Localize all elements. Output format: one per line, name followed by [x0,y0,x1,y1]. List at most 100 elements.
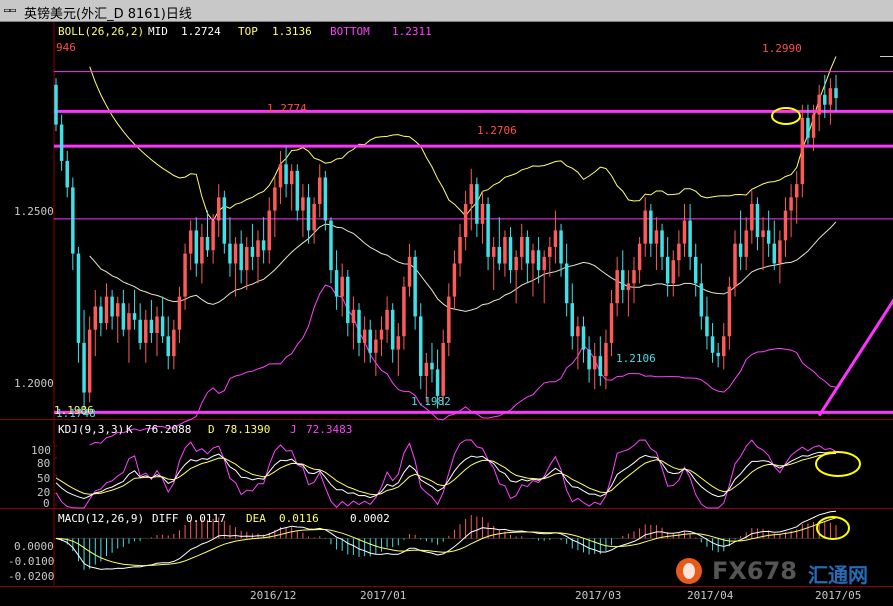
candle-body [200,237,204,264]
candle-body [368,329,372,353]
watermark-cn: 汇通网 [808,563,868,587]
candle-body [284,164,288,185]
candle-body [688,220,692,257]
x-label-3: 2017/03 [575,589,622,602]
kdj-tick-50: 50 [37,472,51,485]
candle-body [604,342,608,376]
kdj-tick-80: 80 [37,457,51,470]
x-label-5: 2017/05 [815,589,862,602]
candle-body [553,230,558,247]
candle-body [733,243,737,287]
candle-body [806,117,810,138]
candle-body [340,276,344,297]
candle-body [76,253,81,343]
candle-body [250,246,255,257]
candle-body [110,296,114,317]
annotation-high-3: 1.2990 [762,42,802,55]
candle-body [54,84,58,125]
candle-body [172,329,176,357]
annotation-low-1: 1.1982 [411,395,451,408]
candle-body [772,243,777,264]
kdj-k-label: K [126,423,133,436]
kdj-d-value: 78.1390 [224,423,271,436]
candle-body [508,237,513,271]
candle-body [637,243,642,271]
candle-body [592,356,597,370]
candle-body [334,270,339,297]
candle-body [121,303,126,330]
candle-body [559,230,563,264]
x-label-2: 2017/01 [360,589,407,602]
candle-body [514,256,518,271]
candle-body [480,203,485,224]
candle-body [177,296,182,330]
candle-body [643,210,647,244]
candle-body [351,309,356,324]
candle-body [727,286,732,337]
candle-body [312,203,316,231]
kdj-k-value: 76.2088 [145,423,192,436]
candle-body [783,210,788,241]
candle-body [615,270,619,304]
candle-body [587,349,591,370]
candle-body [649,210,653,244]
boll-mid-label: MID [148,25,168,38]
window-title-bar[interactable]: ▭▭ 英镑美元(外汇_D 8161)日线 [0,0,893,22]
candle-body [581,326,586,350]
candle-body [166,336,170,357]
candle-body [306,197,311,231]
candle-body [273,187,277,211]
candle-body [390,309,395,350]
candle-body [800,117,805,185]
candle-body [160,316,165,337]
candle-body [789,197,793,211]
price-tick-2: 1.2000 [14,377,54,390]
window-menu-icon[interactable]: ▭▭ [4,5,20,16]
candle-body [396,336,401,350]
candle-body [469,184,473,204]
candle-body [441,342,445,396]
candle-body [329,220,333,271]
candle-body [138,319,142,343]
candle-body [576,326,580,337]
fx678-logo-icon [676,558,702,584]
window-title: 英镑美元(外汇_D 8161)日线 [24,7,192,22]
candle-body [626,283,631,290]
kdj-tick-100: 100 [31,444,51,457]
candle-body [520,237,524,257]
candle-body [699,283,704,317]
boll-bottom-value: 1.2311 [392,25,432,38]
candle-body [379,329,384,340]
candle-body [385,309,389,330]
candle-body [570,303,574,337]
macd-tick-2: -0.0200 [8,570,55,583]
candle-body [205,237,210,251]
candle-body [486,203,490,257]
candle-body [447,296,451,343]
candle-body [564,263,569,304]
candle-body [632,270,636,284]
price-tick-1: 1.2500 [14,205,54,218]
candle-body [188,230,193,254]
candle-body [531,250,535,264]
annotation-high-2: 1.2706 [477,124,517,137]
candle-body [778,240,782,264]
macd-histogram-value: 0.0002 [350,512,390,525]
annotation-high-1: 1.2774 [267,102,307,115]
kdj-tick-0: 0 [43,497,50,510]
candle-body [660,230,664,257]
candle-body [654,230,659,244]
candle-body [536,250,541,271]
candle-body [823,94,827,105]
candle-body [682,220,687,244]
annotation-low-3b: 1.1748 [56,407,96,420]
candle-body [289,170,294,185]
candle-body [435,369,440,396]
candle-body [346,276,350,324]
candle-body [458,237,462,264]
candle-body [132,313,137,320]
candle-body [671,260,676,284]
candle-body [93,306,98,330]
candle-body [755,203,760,238]
candle-body [542,256,546,271]
